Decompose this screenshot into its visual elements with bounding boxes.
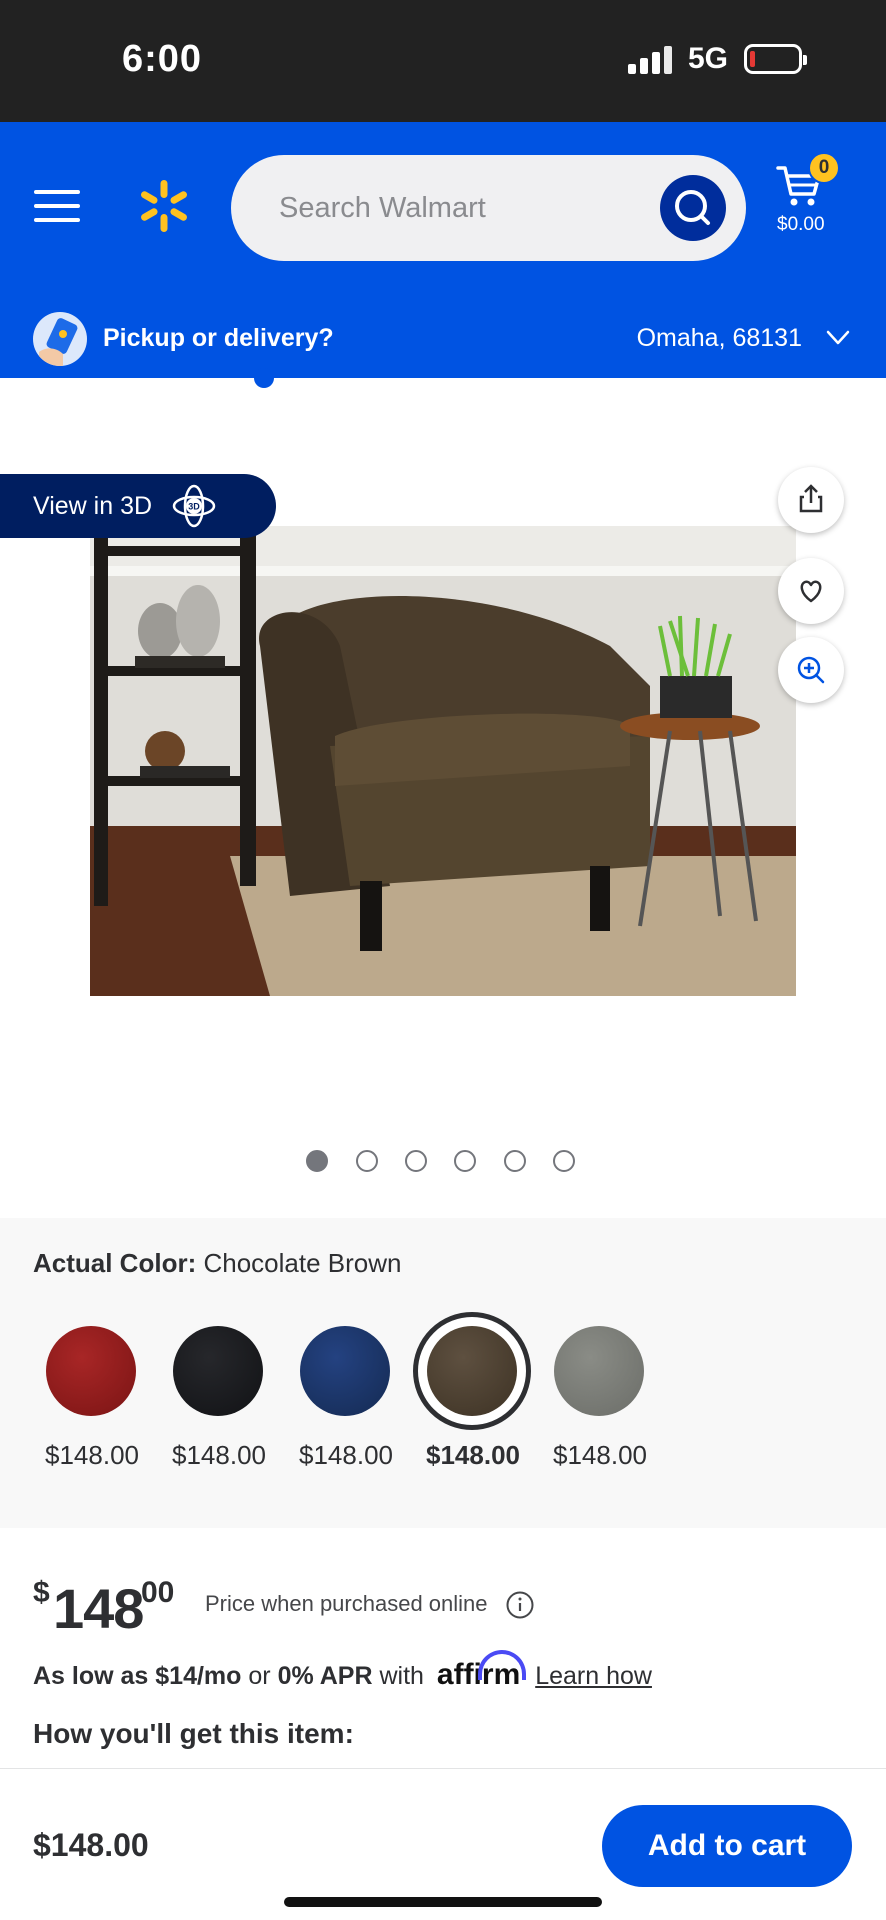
gallery-dot[interactable]: [553, 1150, 575, 1172]
cart-total: $0.00: [777, 214, 825, 235]
status-time: 6:00: [122, 38, 203, 80]
3d-view-icon: 3D: [172, 484, 216, 528]
affirm-financing: As low as $14/mo or 0% APR with affirm L…: [33, 1650, 652, 1692]
learn-how-link[interactable]: Learn how: [535, 1662, 652, 1690]
affirm-with: with: [379, 1662, 424, 1690]
swatch-price: $148.00: [299, 1440, 393, 1470]
gallery-pagination: [306, 1150, 586, 1174]
affirm-monthly: As low as $14/mo: [33, 1662, 242, 1690]
pickup-delivery-bar[interactable]: Pickup or delivery? Omaha, 68131: [0, 302, 886, 378]
selected-color: Chocolate Brown: [203, 1248, 402, 1278]
chevron-down-icon: [826, 330, 850, 345]
share-button[interactable]: [778, 467, 844, 533]
info-icon[interactable]: [505, 1590, 535, 1620]
header: 0 $0.00 Pickup or delivery? Omaha, 68131: [0, 122, 886, 378]
affirm-logo: affirm: [436, 1650, 527, 1691]
share-icon: [799, 484, 823, 513]
swatch-price: $148.00: [172, 1440, 266, 1470]
menu-icon: [34, 190, 80, 194]
cart-count-badge: 0: [808, 152, 840, 184]
bottom-price: $148.00: [33, 1827, 149, 1863]
swatch-circle: [173, 1326, 263, 1416]
product-image[interactable]: [90, 526, 796, 996]
swatch-circle: [46, 1326, 136, 1416]
color-swatch-gray[interactable]: $148.00: [534, 1318, 662, 1498]
gallery-dot[interactable]: [306, 1150, 328, 1172]
zoom-button[interactable]: [778, 637, 844, 703]
status-bar: 6:00 5G: [0, 0, 886, 122]
color-swatch-navy[interactable]: $148.00: [280, 1318, 408, 1498]
swatch-price: $148.00: [426, 1440, 520, 1470]
favorite-button[interactable]: [778, 558, 844, 624]
add-to-cart-button[interactable]: Add to cart: [602, 1805, 852, 1887]
swatch-circle: [427, 1326, 517, 1416]
affirm-apr: 0% APR: [277, 1662, 373, 1690]
pickup-phone-icon: [33, 312, 87, 366]
color-label-key: Actual Color:: [33, 1248, 197, 1278]
search-button[interactable]: [660, 175, 726, 241]
price-currency: $: [33, 1576, 50, 1609]
pickup-label: Pickup or delivery?: [103, 324, 334, 352]
home-indicator: [284, 1897, 602, 1907]
network-label: 5G: [688, 42, 729, 75]
color-swatch-chocolate-brown[interactable]: $148.00: [407, 1312, 535, 1498]
view-in-3d-button[interactable]: View in 3D 3D: [0, 474, 276, 538]
location-label: Omaha, 68131: [636, 324, 802, 352]
bottom-bar: $148.00 Add to cart: [0, 1768, 886, 1920]
svg-text:3D: 3D: [188, 502, 200, 512]
price-cents: 00: [141, 1576, 175, 1609]
cart-button[interactable]: 0 $0.00: [772, 152, 862, 252]
color-label: Actual Color: Chocolate Brown: [33, 1248, 401, 1279]
color-swatch-black[interactable]: $148.00: [153, 1318, 281, 1498]
scroll-indicator: [254, 368, 274, 388]
price-note: Price when purchased online: [205, 1591, 488, 1616]
swatch-price: $148.00: [553, 1440, 647, 1470]
gallery-dot[interactable]: [405, 1150, 427, 1172]
gallery-dot[interactable]: [504, 1150, 526, 1172]
price-dollars: 148: [53, 1577, 144, 1640]
search-bar: [231, 155, 746, 261]
product-gallery: View in 3D 3D: [0, 368, 886, 1218]
color-variants: Actual Color: Chocolate Brown $148.00 $1…: [0, 1218, 886, 1528]
menu-button[interactable]: [34, 188, 80, 224]
battery-icon: [744, 44, 807, 74]
heart-icon: [800, 580, 822, 603]
gallery-dot[interactable]: [454, 1150, 476, 1172]
zoom-in-icon: [797, 656, 825, 684]
signal-icon: [628, 46, 672, 74]
swatch-price: $148.00: [45, 1440, 139, 1470]
view-in-3d-label: View in 3D: [33, 492, 153, 520]
walmart-spark-icon[interactable]: [136, 178, 192, 234]
swatch-circle: [554, 1326, 644, 1416]
price-section: $ 148 00 Price when purchased online As …: [0, 1528, 886, 1768]
color-swatch-red[interactable]: $148.00: [26, 1318, 154, 1498]
search-input[interactable]: [279, 155, 659, 261]
swatch-circle: [300, 1326, 390, 1416]
gallery-dot[interactable]: [356, 1150, 378, 1172]
search-icon: [675, 190, 710, 225]
fulfillment-heading: How you'll get this item:: [33, 1718, 354, 1749]
affirm-or: or: [248, 1662, 271, 1690]
